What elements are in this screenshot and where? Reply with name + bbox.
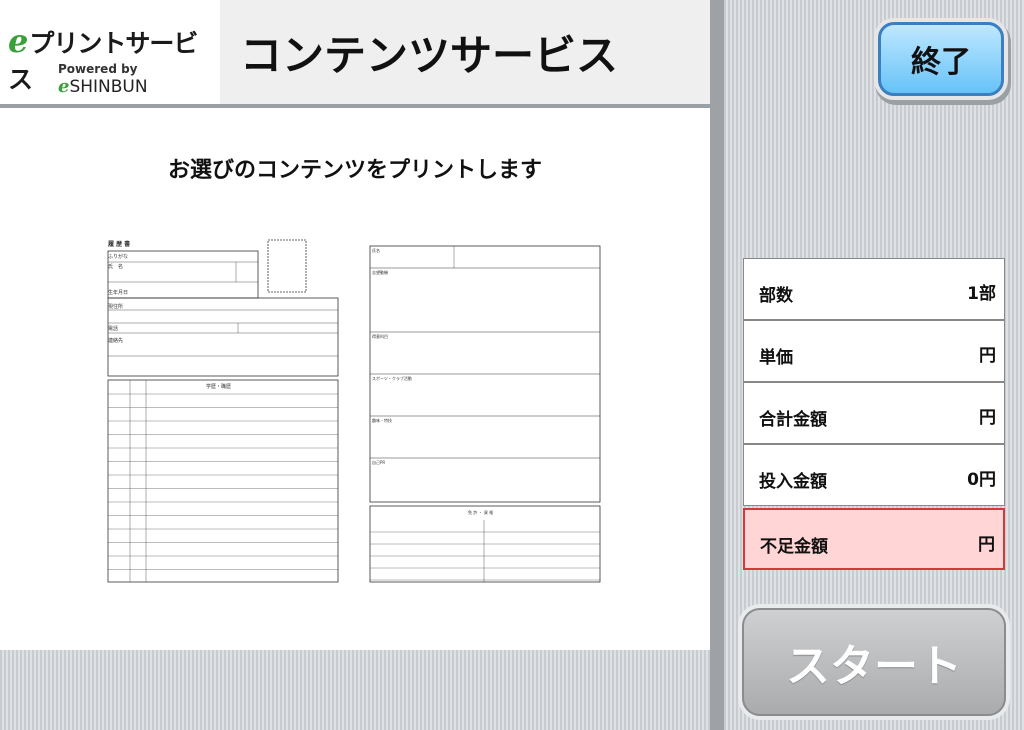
shortage-value: 円 [978,535,995,555]
inserted-value: 0円 [967,470,996,490]
unit-price-label: 単価 [759,348,793,368]
svg-text:自己PR: 自己PR [372,459,385,465]
inserted-row: 投入金額 0円 [743,444,1005,506]
svg-text:生年月日: 生年月日 [108,289,128,296]
logo-e-mark: e [8,22,28,60]
preview-page-2: 氏名 志望動機 得意科目 スポーツ・クラブ活動 趣味・特技 自己PR 免 許 ・… [368,244,604,590]
unit-price-row: 単価 円 [743,320,1005,382]
copies-label: 部数 [759,286,793,306]
logo-powered-text: Powered by [58,62,138,76]
copies-row: 部数 1部 [743,258,1005,320]
svg-text:免 許 ・ 資 格: 免 許 ・ 資 格 [468,509,493,515]
svg-text:連絡先: 連絡先 [108,337,123,344]
inserted-label: 投入金額 [759,472,827,492]
page-title: コンテンツサービス [240,31,619,80]
svg-text:得意科目: 得意科目 [372,333,388,339]
svg-text:現住所: 現住所 [108,303,123,310]
logo-shinbun-text: SHINBUN [69,77,148,97]
instruction-text: お選びのコンテンツをプリントします [167,158,542,183]
svg-text:ふりがな: ふりがな [108,253,128,260]
panel-separator [710,0,724,730]
svg-text:志望動機: 志望動機 [372,269,388,275]
shortage-label: 不足金額 [760,537,828,557]
svg-text:学歴・職歴: 学歴・職歴 [206,383,231,390]
svg-text:趣味・特技: 趣味・特技 [372,417,392,423]
shortage-row: 不足金額 円 [743,508,1005,570]
svg-text:スポーツ・クラブ活動: スポーツ・クラブ活動 [372,375,412,381]
eprint-logo: eプリントサービス Powered by eSHINBUN [0,0,220,104]
logo-e-small-mark: e [58,76,70,97]
end-button[interactable]: 終了 [878,22,1004,96]
svg-text:履 歴 書: 履 歴 書 [107,240,130,248]
preview-page-1: 履 歴 書 ふりがな 氏 名 生年月日 現住所 電話 連絡先 学歴・職歴 [106,238,342,584]
unit-price-value: 円 [979,346,996,366]
total-value: 円 [979,408,996,428]
copies-value: 1部 [967,284,996,304]
start-button[interactable]: スタート [742,608,1006,716]
content-area: お選びのコンテンツをプリントします 履 歴 書 ふりがな 氏 名 生年月日 現住 [0,108,710,650]
total-row: 合計金額 円 [743,382,1005,444]
app-header: eプリントサービス Powered by eSHINBUN コンテンツサービス [0,0,710,104]
total-label: 合計金額 [759,410,827,430]
svg-text:氏 名: 氏 名 [108,263,123,270]
svg-text:電話: 電話 [108,325,118,332]
bottom-strip [0,650,710,730]
svg-text:氏名: 氏名 [372,247,380,253]
